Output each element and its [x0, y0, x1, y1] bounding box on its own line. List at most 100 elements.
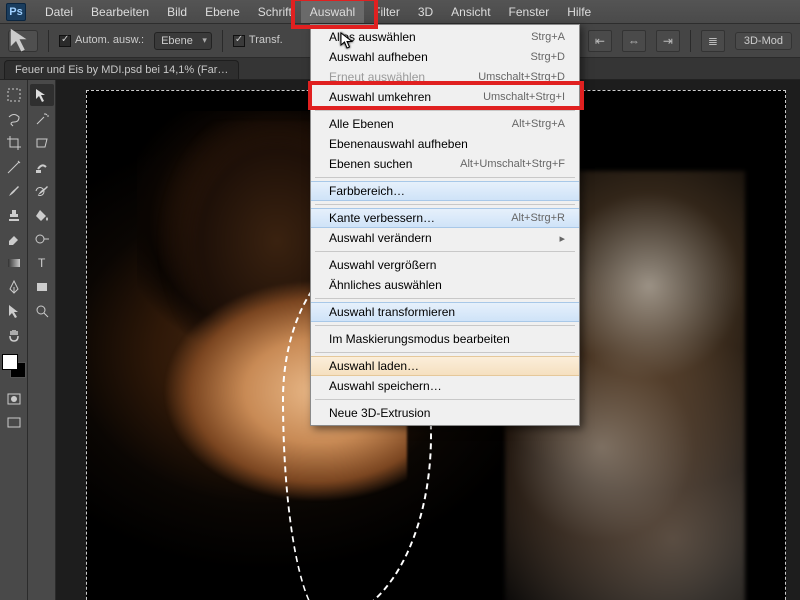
menu-item[interactable]: Im Maskierungsmodus bearbeiten [311, 329, 579, 349]
menu-item-label: Ebenenauswahl aufheben [329, 137, 468, 151]
crop-tool[interactable] [2, 132, 26, 154]
menu-3d[interactable]: 3D [409, 1, 442, 23]
menu-item[interactable]: Auswahl speichern… [311, 376, 579, 396]
magic-wand-tool[interactable] [30, 108, 54, 130]
gradient-tool[interactable] [2, 252, 26, 274]
3d-mode-button[interactable]: 3D-Mod [735, 32, 792, 50]
tools-panel-right: T [28, 80, 56, 600]
menu-item-shortcut: Strg+D [530, 51, 565, 63]
menu-item[interactable]: Auswahl vergrößern [311, 255, 579, 275]
menu-item-shortcut: Umschalt+Strg+D [478, 71, 565, 83]
path-select-tool[interactable] [2, 300, 26, 322]
menu-item[interactable]: Neue 3D-Extrusion [311, 403, 579, 423]
checkbox-icon [59, 35, 71, 47]
lasso-tool[interactable] [2, 108, 26, 130]
menu-bearbeiten[interactable]: Bearbeiten [82, 1, 158, 23]
menu-separator [315, 352, 575, 353]
align-center-button[interactable]: ⇔ [622, 30, 646, 52]
type-tool[interactable]: T [30, 252, 54, 274]
auswahl-dropdown-menu: Alles auswählenStrg+A Auswahl aufheben Str… [310, 24, 580, 426]
stamp-tool[interactable] [2, 204, 26, 226]
menu-item-label: Auswahl transformieren [329, 305, 455, 319]
menu-item-label: Auswahl umkehren [329, 90, 431, 104]
shape-tool[interactable] [30, 276, 54, 298]
auto-select-dropdown[interactable]: Ebene [154, 32, 212, 50]
document-tab[interactable]: Feuer und Eis by MDI.psd bei 14,1% (Far… [4, 60, 239, 79]
menu-separator [315, 325, 575, 326]
align-right-button[interactable]: ⇥ [656, 30, 680, 52]
marquee-tool[interactable] [2, 84, 26, 106]
menu-fenster[interactable]: Fenster [500, 1, 559, 23]
menu-item[interactable]: Alles auswählenStrg+A [311, 27, 579, 47]
menu-separator [315, 110, 575, 111]
color-swatches[interactable] [2, 354, 26, 378]
zoom-tool[interactable] [30, 300, 54, 322]
menu-item[interactable]: Auswahl transformieren [311, 302, 579, 322]
tools-panel-left [0, 80, 28, 600]
menu-item-label: Auswahl laden… [329, 359, 419, 373]
menu-schrift[interactable]: Schrift [249, 1, 301, 23]
slice-tool[interactable] [30, 132, 54, 154]
menu-item-label: Auswahl speichern… [329, 379, 442, 393]
pen-tool[interactable] [2, 276, 26, 298]
eraser-tool[interactable] [2, 228, 26, 250]
move-tool-icon [9, 27, 37, 55]
menu-datei[interactable]: Datei [36, 1, 82, 23]
menu-item-shortcut: Alt+Strg+A [512, 118, 565, 130]
menu-separator [315, 251, 575, 252]
menu-separator [315, 204, 575, 205]
checkbox-icon [233, 35, 245, 47]
move-tool[interactable] [30, 84, 54, 106]
menu-item: Erneut auswählen Umschalt+Strg+D [311, 67, 579, 87]
active-tool-indicator[interactable] [8, 30, 38, 52]
menu-ansicht[interactable]: Ansicht [442, 1, 499, 23]
align-left-button[interactable]: ⇤ [588, 30, 612, 52]
menu-ebene[interactable]: Ebene [196, 1, 249, 23]
menu-item-label: Ähnliches auswählen [329, 278, 442, 292]
menu-item[interactable]: Auswahl aufheben Strg+D [311, 47, 579, 67]
menu-item-shortcut: Alt+Umschalt+Strg+F [460, 158, 565, 170]
menu-item-shortcut: Strg+A [531, 31, 565, 43]
transform-label: Transf. [249, 34, 283, 46]
menu-item[interactable]: Ebenenauswahl aufheben [311, 134, 579, 154]
menu-item-label: Auswahl aufheben [329, 50, 428, 64]
quickmask-toggle[interactable] [2, 388, 26, 410]
menu-bild[interactable]: Bild [158, 1, 196, 23]
menu-item[interactable]: Auswahl laden… [311, 356, 579, 376]
menu-auswahl[interactable]: Auswahl [301, 1, 364, 23]
menu-item[interactable]: Alle Ebenen Alt+Strg+A [311, 114, 579, 134]
menu-item-label: Alle Ebenen [329, 117, 394, 131]
menu-item[interactable]: Ähnliches auswählen [311, 275, 579, 295]
history-brush-tool[interactable] [30, 180, 54, 202]
menu-item-label: Ebenen suchen [329, 157, 412, 171]
menu-hilfe[interactable]: Hilfe [558, 1, 600, 23]
transform-checkbox[interactable]: Transf. [233, 34, 283, 46]
menu-item-label: Erneut auswählen [329, 70, 425, 84]
menu-separator [315, 399, 575, 400]
menu-item[interactable]: Farbbereich… [311, 181, 579, 201]
menu-item[interactable]: Ebenen suchen Alt+Umschalt+Strg+F [311, 154, 579, 174]
brush-tool[interactable] [2, 180, 26, 202]
menu-item[interactable]: Auswahl umkehren Umschalt+Strg+I [311, 87, 579, 107]
divider [222, 30, 223, 52]
auto-select-checkbox[interactable]: Autom. ausw.: [59, 34, 144, 46]
menu-item-label: Auswahl verändern [329, 231, 432, 245]
app-logo: Ps [6, 3, 26, 21]
dodge-tool[interactable] [30, 228, 54, 250]
menu-item-label: Kante verbessern… [329, 211, 435, 225]
divider [690, 30, 691, 52]
distribute-button[interactable]: ≣ [701, 30, 725, 52]
healing-brush-tool[interactable] [30, 156, 54, 178]
hand-tool[interactable] [2, 324, 26, 346]
menu-item[interactable]: Auswahl verändern▸ [311, 228, 579, 248]
eyedropper-tool[interactable] [2, 156, 26, 178]
paint-bucket-tool[interactable] [30, 204, 54, 226]
menu-item[interactable]: Kante verbessern… Alt+Strg+R [311, 208, 579, 228]
menu-item-label: Auswahl vergrößern [329, 258, 436, 272]
menu-item-shortcut: Alt+Strg+R [511, 212, 565, 224]
menu-item-shortcut: Umschalt+Strg+I [483, 91, 565, 103]
foreground-color-swatch[interactable] [2, 354, 18, 370]
screenmode-toggle[interactable] [2, 412, 26, 434]
menu-filter[interactable]: Filter [364, 1, 409, 23]
divider [48, 30, 49, 52]
